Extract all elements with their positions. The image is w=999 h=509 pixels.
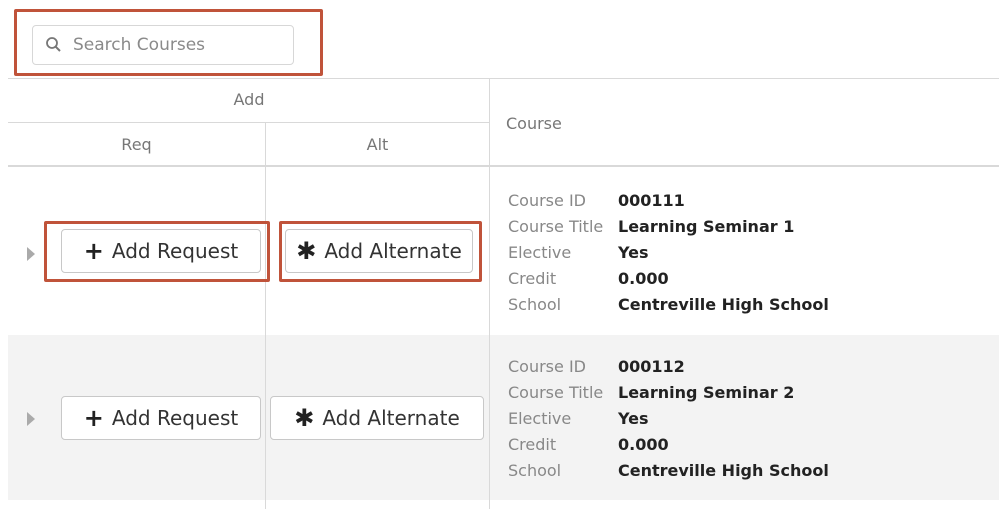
caret-right-icon[interactable] bbox=[27, 247, 35, 261]
add-request-button[interactable]: + Add Request bbox=[61, 396, 261, 440]
asterisk-icon: ✱ bbox=[294, 404, 315, 432]
detail-line: Course ID 000112 bbox=[508, 354, 829, 380]
header-bottom-border bbox=[8, 165, 999, 167]
detail-label: Elective bbox=[508, 243, 572, 262]
detail-label: Elective bbox=[508, 409, 572, 428]
detail-line: School Centreville High School bbox=[508, 292, 829, 318]
search-icon bbox=[45, 36, 63, 54]
plus-icon: + bbox=[83, 237, 104, 265]
detail-value: Learning Seminar 2 bbox=[618, 383, 795, 402]
detail-label: Course ID bbox=[508, 191, 586, 210]
detail-label: Credit bbox=[508, 435, 557, 454]
caret-right-icon[interactable] bbox=[27, 412, 35, 426]
add-alternate-label: Add Alternate bbox=[324, 239, 462, 263]
detail-label: School bbox=[508, 461, 562, 480]
detail-value: Yes bbox=[618, 409, 649, 428]
detail-label: Course Title bbox=[508, 217, 604, 236]
add-request-label: Add Request bbox=[111, 239, 239, 263]
header-top-border bbox=[8, 78, 999, 79]
detail-line: Credit 0.000 bbox=[508, 266, 829, 292]
detail-line: Elective Yes bbox=[508, 406, 829, 432]
detail-line: Elective Yes bbox=[508, 240, 829, 266]
detail-value: 000112 bbox=[618, 357, 685, 376]
course-details: Course ID 000111 Course Title Learning Sem… bbox=[508, 188, 829, 318]
header-add: Add bbox=[233, 90, 265, 109]
add-alternate-label: Add Alternate bbox=[322, 406, 460, 430]
course-details: Course ID 000112 Course Title Learning Sem… bbox=[508, 354, 829, 484]
detail-line: Course Title Learning Seminar 1 bbox=[508, 214, 829, 240]
detail-value: Yes bbox=[618, 243, 649, 262]
detail-label: Credit bbox=[508, 269, 557, 288]
detail-line: Credit 0.000 bbox=[508, 432, 829, 458]
detail-value: 0.000 bbox=[618, 269, 669, 288]
search-box[interactable] bbox=[32, 25, 294, 65]
detail-line: Course Title Learning Seminar 2 bbox=[508, 380, 829, 406]
detail-value: 0.000 bbox=[618, 435, 669, 454]
header-alt: Alt bbox=[366, 135, 389, 154]
asterisk-icon: ✱ bbox=[296, 237, 317, 265]
add-request-label: Add Request bbox=[111, 406, 239, 430]
detail-line: Course ID 000111 bbox=[508, 188, 829, 214]
plus-icon: + bbox=[83, 404, 104, 432]
detail-value: Learning Seminar 1 bbox=[618, 217, 795, 236]
add-alternate-button[interactable]: ✱ Add Alternate bbox=[285, 229, 473, 273]
search-input[interactable] bbox=[73, 34, 283, 56]
header-mid-border bbox=[8, 122, 490, 123]
detail-value: 000111 bbox=[618, 191, 685, 210]
add-alternate-button[interactable]: ✱ Add Alternate bbox=[270, 396, 484, 440]
detail-value: Centreville High School bbox=[618, 295, 829, 314]
header-course: Course bbox=[506, 114, 562, 133]
detail-label: Course Title bbox=[508, 383, 604, 402]
detail-label: Course ID bbox=[508, 357, 586, 376]
detail-label: School bbox=[508, 295, 562, 314]
column-divider-course-row2 bbox=[489, 335, 490, 509]
header-req: Req bbox=[121, 135, 152, 154]
detail-line: School Centreville High School bbox=[508, 458, 829, 484]
column-divider-req-alt-row2 bbox=[265, 335, 266, 509]
add-request-button[interactable]: + Add Request bbox=[61, 229, 261, 273]
detail-value: Centreville High School bbox=[618, 461, 829, 480]
